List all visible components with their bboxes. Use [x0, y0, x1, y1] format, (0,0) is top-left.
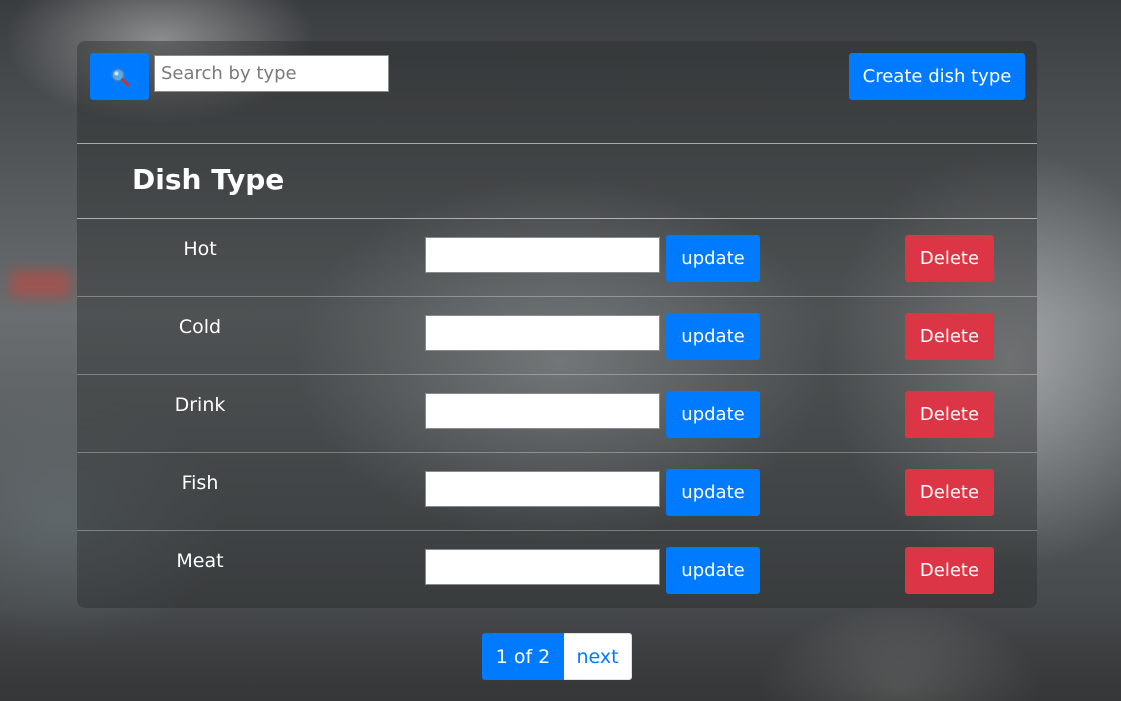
dish-type-panel: Create dish type Dish Type Hot update De…	[77, 41, 1037, 608]
table-row: Fish update Delete	[77, 453, 1037, 531]
rename-input[interactable]	[425, 237, 660, 273]
update-button[interactable]: update	[666, 235, 760, 282]
rename-input[interactable]	[425, 315, 660, 351]
delete-button[interactable]: Delete	[905, 547, 994, 594]
pagination: 1 of 2 next	[482, 633, 632, 680]
rename-input[interactable]	[425, 471, 660, 507]
dish-type-name: Hot	[183, 238, 217, 260]
delete-button[interactable]: Delete	[905, 235, 994, 282]
dish-type-name: Cold	[178, 316, 222, 338]
rename-input[interactable]	[425, 393, 660, 429]
update-button[interactable]: update	[666, 391, 760, 438]
rename-input[interactable]	[425, 549, 660, 585]
dish-type-name: Meat	[176, 550, 224, 572]
search-button[interactable]	[90, 53, 149, 100]
table-row: Hot update Delete	[77, 219, 1037, 297]
table-row: Meat update Delete	[77, 531, 1037, 608]
create-dish-type-button[interactable]: Create dish type	[849, 53, 1025, 100]
delete-button[interactable]: Delete	[905, 313, 994, 360]
update-button[interactable]: update	[666, 469, 760, 516]
dish-type-list: Hot update Delete Cold update Delete Dri…	[77, 219, 1037, 608]
table-row: Cold update Delete	[77, 297, 1037, 375]
search-input[interactable]	[154, 55, 389, 92]
dish-type-name: Drink	[174, 394, 226, 416]
update-button[interactable]: update	[666, 313, 760, 360]
magnifier-icon	[110, 67, 129, 86]
delete-button[interactable]: Delete	[905, 391, 994, 438]
table-row: Drink update Delete	[77, 375, 1037, 453]
delete-button[interactable]: Delete	[905, 469, 994, 516]
dish-type-name: Fish	[181, 472, 219, 494]
next-page-button[interactable]: next	[564, 633, 632, 680]
table-title: Dish Type	[132, 163, 285, 196]
table-header: Dish Type	[77, 143, 1037, 219]
update-button[interactable]: update	[666, 547, 760, 594]
background-decoration	[10, 270, 70, 298]
page-indicator: 1 of 2	[482, 633, 564, 680]
